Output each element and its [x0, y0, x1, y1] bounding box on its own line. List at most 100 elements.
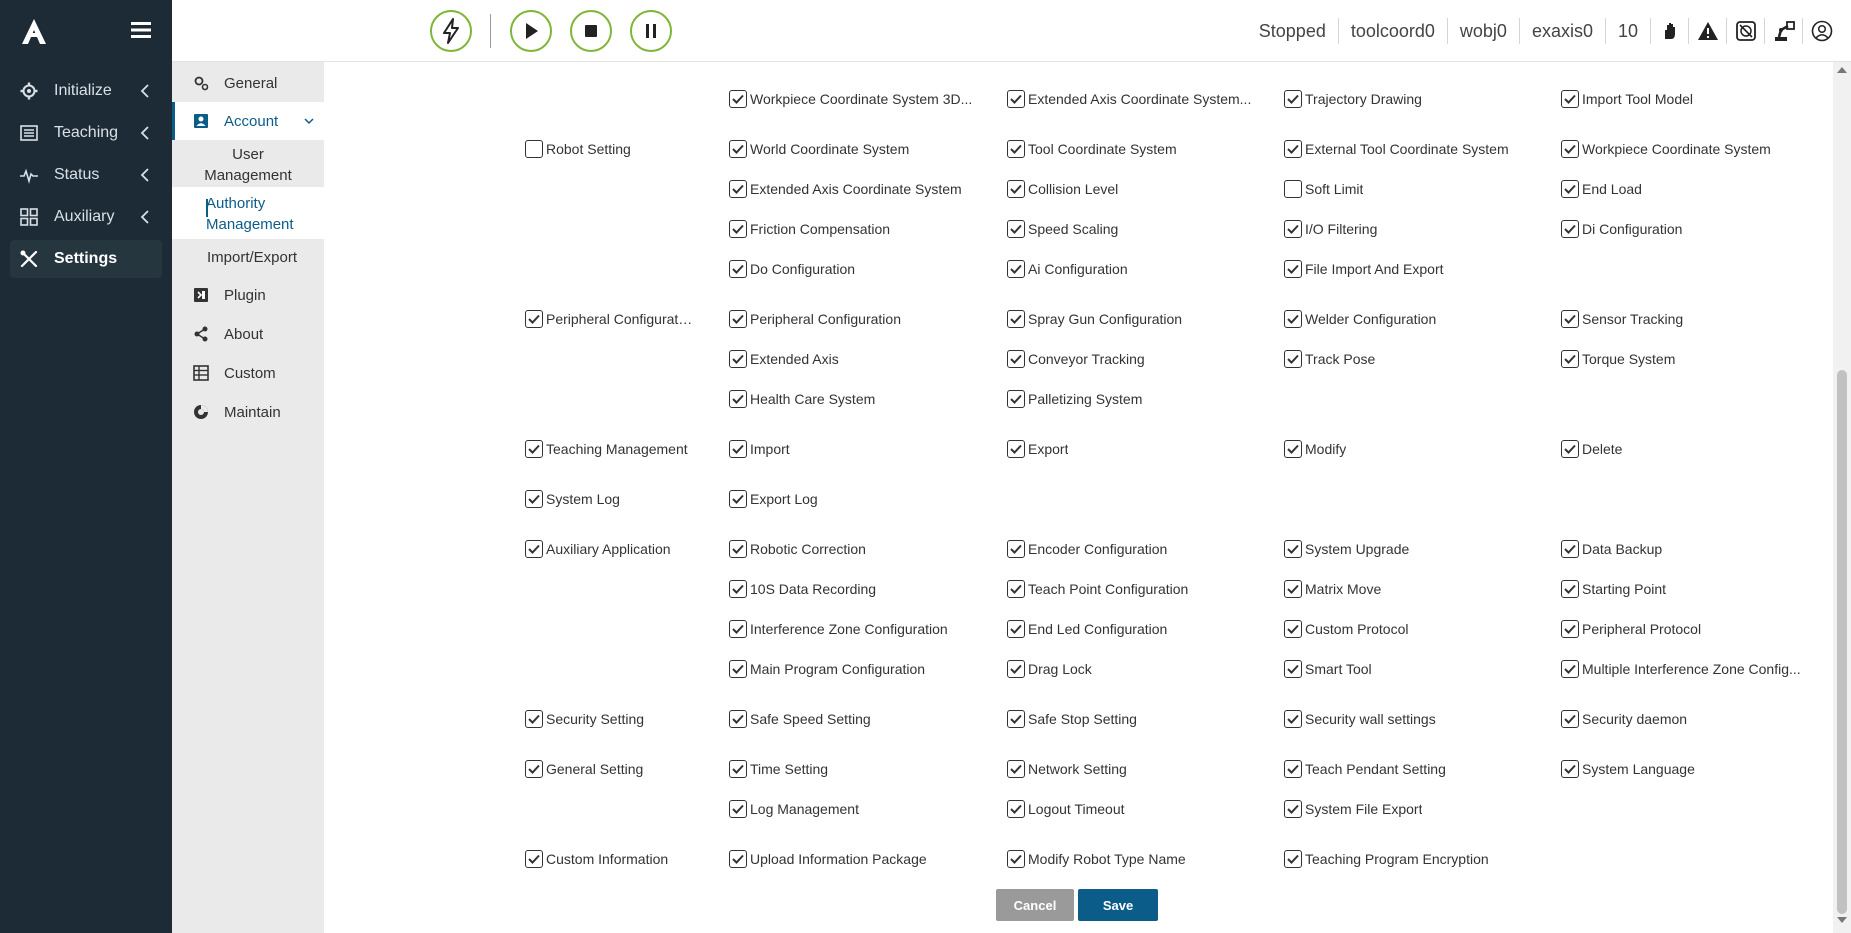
checkbox-checked-icon[interactable]	[1007, 850, 1025, 868]
permission-interference-zone-configuration-checkbox[interactable]: Interference Zone Configuration	[729, 620, 948, 638]
checkbox-checked-icon[interactable]	[525, 540, 543, 558]
sidebar-item-auxiliary[interactable]: Auxiliary	[10, 198, 162, 236]
checkbox-checked-icon[interactable]	[1007, 800, 1025, 818]
scroll-up-arrow[interactable]	[1837, 67, 1847, 73]
user-circle-icon[interactable]	[1803, 18, 1841, 44]
checkbox-checked-icon[interactable]	[1284, 440, 1302, 458]
permission-system-language-checkbox[interactable]: System Language	[1561, 760, 1695, 778]
permission-welder-configuration-checkbox[interactable]: Welder Configuration	[1284, 310, 1436, 328]
enable-button[interactable]	[430, 10, 472, 52]
permission-peripheral-configuration-checkbox[interactable]: Peripheral Configuration	[729, 310, 901, 328]
checkbox-checked-icon[interactable]	[729, 140, 747, 158]
checkbox-checked-icon[interactable]	[1007, 310, 1025, 328]
permission-track-pose-checkbox[interactable]: Track Pose	[1284, 350, 1375, 368]
permission-modify-robot-type-name-checkbox[interactable]: Modify Robot Type Name	[1007, 850, 1186, 868]
permission-custom-protocol-checkbox[interactable]: Custom Protocol	[1284, 620, 1408, 638]
checkbox-checked-icon[interactable]	[729, 620, 747, 638]
checkbox-empty-icon[interactable]	[525, 140, 543, 158]
permission-encoder-configuration-checkbox[interactable]: Encoder Configuration	[1007, 540, 1167, 558]
hand-icon[interactable]	[1651, 18, 1689, 44]
submenu-import-export[interactable]: Import/Export	[172, 242, 324, 272]
checkbox-checked-icon[interactable]	[1007, 620, 1025, 638]
checkbox-checked-icon[interactable]	[1284, 310, 1302, 328]
checkbox-checked-icon[interactable]	[1007, 660, 1025, 678]
checkbox-checked-icon[interactable]	[729, 490, 747, 508]
checkbox-checked-icon[interactable]	[1561, 710, 1579, 728]
pause-button[interactable]	[630, 10, 672, 52]
permission-security-wall-settings-checkbox[interactable]: Security wall settings	[1284, 710, 1436, 728]
permission-trajectory-drawing-checkbox[interactable]: Trajectory Drawing	[1284, 90, 1422, 108]
checkbox-checked-icon[interactable]	[1007, 710, 1025, 728]
checkbox-checked-icon[interactable]	[1007, 440, 1025, 458]
permission-teaching-program-encryption-checkbox[interactable]: Teaching Program Encryption	[1284, 850, 1489, 868]
permission-end-led-configuration-checkbox[interactable]: End Led Configuration	[1007, 620, 1167, 638]
permission-teaching-management-checkbox[interactable]: Teaching Management	[525, 440, 688, 458]
permission-speed-scaling-checkbox[interactable]: Speed Scaling	[1007, 220, 1118, 238]
checkbox-checked-icon[interactable]	[1007, 260, 1025, 278]
checkbox-checked-icon[interactable]	[729, 580, 747, 598]
stop-button[interactable]	[570, 10, 612, 52]
permission-network-setting-checkbox[interactable]: Network Setting	[1007, 760, 1127, 778]
permission-smart-tool-checkbox[interactable]: Smart Tool	[1284, 660, 1372, 678]
permission-soft-limit-checkbox[interactable]: Soft Limit	[1284, 180, 1363, 198]
permission-torque-system-checkbox[interactable]: Torque System	[1561, 350, 1675, 368]
play-button[interactable]	[510, 10, 552, 52]
permission-delete-checkbox[interactable]: Delete	[1561, 440, 1622, 458]
checkbox-checked-icon[interactable]	[1007, 90, 1025, 108]
sidebar-item-status[interactable]: Status	[10, 156, 162, 194]
permission-tool-coordinate-system-checkbox[interactable]: Tool Coordinate System	[1007, 140, 1177, 158]
submenu-account[interactable]: Account	[172, 102, 324, 140]
scroll-down-arrow[interactable]	[1837, 917, 1847, 923]
checkbox-checked-icon[interactable]	[729, 440, 747, 458]
permission-custom-information-checkbox[interactable]: Custom Information	[525, 850, 668, 868]
permission-health-care-system-checkbox[interactable]: Health Care System	[729, 390, 875, 408]
permission-palletizing-system-checkbox[interactable]: Palletizing System	[1007, 390, 1142, 408]
checkbox-checked-icon[interactable]	[525, 710, 543, 728]
permission-import-tool-model-checkbox[interactable]: Import Tool Model	[1561, 90, 1693, 108]
checkbox-checked-icon[interactable]	[1561, 440, 1579, 458]
permission-spray-gun-configuration-checkbox[interactable]: Spray Gun Configuration	[1007, 310, 1182, 328]
permission-main-program-configuration-checkbox[interactable]: Main Program Configuration	[729, 660, 925, 678]
sidebar-item-initialize[interactable]: Initialize	[10, 72, 162, 110]
permission-security-daemon-checkbox[interactable]: Security daemon	[1561, 710, 1687, 728]
permission-upload-information-package-checkbox[interactable]: Upload Information Package	[729, 850, 927, 868]
scrollbar-thumb[interactable]	[1837, 370, 1847, 914]
checkbox-checked-icon[interactable]	[1284, 350, 1302, 368]
workpiece-coord[interactable]: wobj0	[1448, 18, 1520, 44]
checkbox-checked-icon[interactable]	[1284, 710, 1302, 728]
checkbox-checked-icon[interactable]	[525, 760, 543, 778]
submenu-plugin[interactable]: Plugin	[172, 276, 324, 314]
permission-matrix-move-checkbox[interactable]: Matrix Move	[1284, 580, 1381, 598]
permission-teach-pendant-setting-checkbox[interactable]: Teach Pendant Setting	[1284, 760, 1446, 778]
permission-di-configuration-checkbox[interactable]: Di Configuration	[1561, 220, 1682, 238]
permission-data-backup-checkbox[interactable]: Data Backup	[1561, 540, 1662, 558]
checkbox-checked-icon[interactable]	[729, 310, 747, 328]
permission-world-coordinate-system-checkbox[interactable]: World Coordinate System	[729, 140, 909, 158]
checkbox-checked-icon[interactable]	[1284, 760, 1302, 778]
permission-file-import-and-export-checkbox[interactable]: File Import And Export	[1284, 260, 1444, 278]
permission-end-load-checkbox[interactable]: End Load	[1561, 180, 1642, 198]
tool-coord[interactable]: toolcoord0	[1339, 18, 1448, 44]
checkbox-checked-icon[interactable]	[729, 760, 747, 778]
sidebar-item-teaching[interactable]: Teaching	[10, 114, 162, 152]
permission-do-configuration-checkbox[interactable]: Do Configuration	[729, 260, 855, 278]
checkbox-checked-icon[interactable]	[1561, 350, 1579, 368]
robot-arm-icon[interactable]	[1765, 18, 1803, 44]
permission-safe-speed-setting-checkbox[interactable]: Safe Speed Setting	[729, 710, 871, 728]
permission-safe-stop-setting-checkbox[interactable]: Safe Stop Setting	[1007, 710, 1137, 728]
permission-security-setting-checkbox[interactable]: Security Setting	[525, 710, 644, 728]
checkbox-checked-icon[interactable]	[525, 440, 543, 458]
permission-time-setting-checkbox[interactable]: Time Setting	[729, 760, 828, 778]
checkbox-empty-icon[interactable]	[1284, 180, 1302, 198]
permission-robotic-correction-checkbox[interactable]: Robotic Correction	[729, 540, 866, 558]
checkbox-checked-icon[interactable]	[1284, 580, 1302, 598]
permission-robot-setting-checkbox[interactable]: Robot Setting	[525, 140, 631, 158]
checkbox-checked-icon[interactable]	[1561, 310, 1579, 328]
permission-collision-level-checkbox[interactable]: Collision Level	[1007, 180, 1118, 198]
permission-friction-compensation-checkbox[interactable]: Friction Compensation	[729, 220, 890, 238]
permission-starting-point-checkbox[interactable]: Starting Point	[1561, 580, 1666, 598]
checkbox-checked-icon[interactable]	[729, 260, 747, 278]
checkbox-checked-icon[interactable]	[1561, 180, 1579, 198]
permission-ai-configuration-checkbox[interactable]: Ai Configuration	[1007, 260, 1128, 278]
checkbox-checked-icon[interactable]	[729, 800, 747, 818]
